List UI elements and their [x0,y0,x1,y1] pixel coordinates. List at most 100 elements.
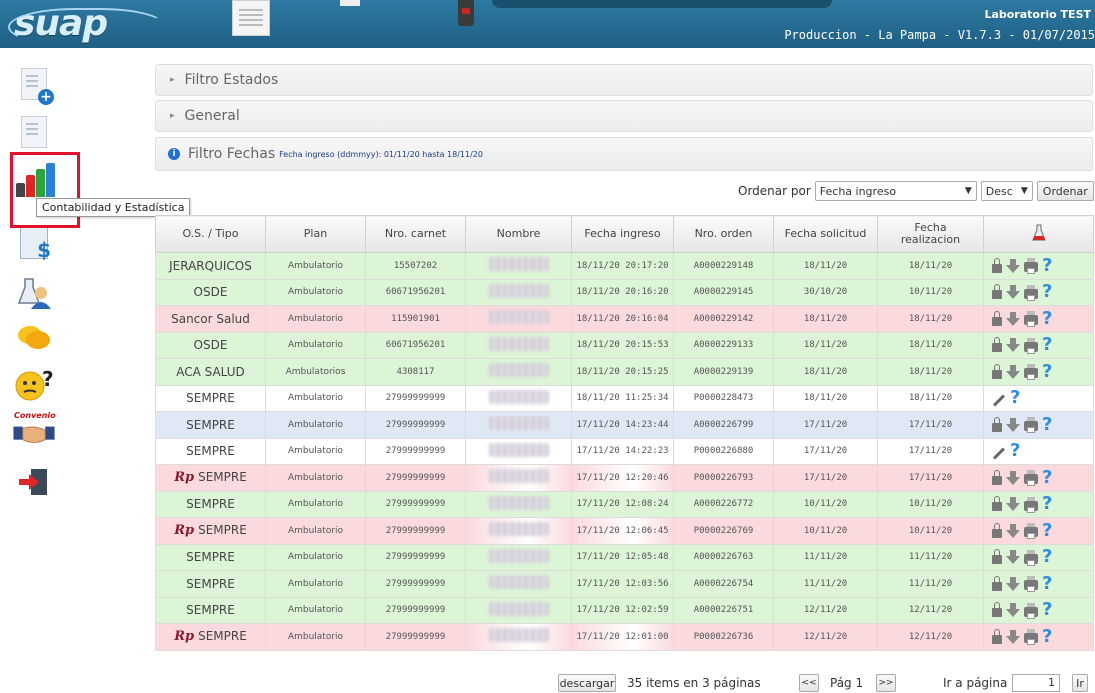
lock-icon[interactable] [992,469,1002,485]
sidebar-messages[interactable] [14,318,54,358]
print-icon[interactable] [1024,523,1038,540]
help-icon[interactable]: ? [1042,574,1052,593]
col-header-os[interactable]: O.S. / Tipo [155,215,266,253]
lock-icon[interactable] [992,496,1002,512]
lock-icon[interactable] [992,602,1002,618]
print-icon[interactable] [1024,284,1038,301]
download-arrow-icon[interactable] [1006,364,1020,379]
edit-pencil-icon[interactable] [992,447,1006,460]
help-icon[interactable]: ? [1042,336,1052,354]
help-icon[interactable]: ? [1042,256,1052,275]
sidebar-convenio[interactable]: Convenio [12,411,56,452]
table-row[interactable]: SEMPRE Ambulatorio 27999999999 17/11/20 12:… [155,596,1094,624]
lock-icon[interactable] [992,416,1002,432]
table-row[interactable]: SEMPRE Ambulatorio 27999999999 17/11/20 14:… [155,437,1094,465]
panel-general[interactable]: ▸ General [155,100,1093,132]
table-row[interactable]: SEMPRE Ambulatorio 27999999999 17/11/20 12:… [155,570,1094,598]
col-header-fecha-realizacion[interactable]: Fecha realizacion [877,215,984,253]
help-icon[interactable]: ? [1042,362,1052,381]
table-row[interactable]: Rp SEMPRE Ambulatorio 27999999999 17/11/20 1… [155,623,1094,651]
table-row[interactable]: Rp SEMPRE Ambulatorio 27999999999 17/11/20 1… [155,464,1094,492]
record-icon[interactable] [458,0,474,26]
col-header-plan[interactable]: Plan [265,215,366,253]
help-icon[interactable]: ? [1042,415,1052,434]
download-arrow-icon[interactable] [1006,338,1020,353]
lock-icon[interactable] [992,363,1002,379]
sidebar-billing[interactable] [14,222,54,262]
help-icon[interactable]: ? [1010,442,1020,460]
print-icon[interactable] [1024,576,1038,593]
print-icon[interactable] [1024,417,1038,434]
col-header-nombre[interactable]: Nombre [465,215,572,253]
col-header-fecha-ingreso[interactable]: Fecha ingreso [571,215,674,253]
table-row[interactable]: Rp SEMPRE Ambulatorio 27999999999 17/11/20 1… [155,517,1094,545]
sort-button[interactable]: Ordenar [1036,181,1094,201]
panel-filtro-fechas[interactable]: i Filtro Fechas Fecha ingreso (ddmmyy): … [155,137,1093,171]
help-icon[interactable]: ? [1042,627,1052,646]
table-row[interactable]: Sancor Salud Ambulatorio 115901901 18/11/20… [155,305,1094,333]
lock-icon[interactable] [992,284,1002,300]
table-row[interactable]: OSDE Ambulatorio 60671956201 18/11/20 20:15… [155,331,1094,359]
help-icon[interactable]: ? [1042,309,1052,328]
header-tab-icon[interactable] [340,0,360,6]
download-arrow-icon[interactable] [1006,603,1020,618]
lock-icon[interactable] [992,549,1002,565]
download-arrow-icon[interactable] [1006,470,1020,485]
download-arrow-icon[interactable] [1006,258,1020,273]
lock-icon[interactable] [992,337,1002,353]
download-arrow-icon[interactable] [1006,285,1020,300]
download-arrow-icon[interactable] [1006,550,1020,565]
lock-icon[interactable] [992,257,1002,273]
goto-page-input[interactable]: 1 [1012,674,1060,692]
col-header-fecha-solicitud[interactable]: Fecha solicitud [773,215,878,253]
panel-filtro-estados[interactable]: ▸ Filtro Estados [155,64,1093,96]
help-icon[interactable]: ? [1042,468,1052,487]
sort-field-select[interactable]: Fecha ingreso ▼ [814,181,977,201]
help-icon[interactable]: ? [1010,389,1020,407]
print-icon[interactable] [1024,311,1038,328]
sidebar-help[interactable]: ? [14,364,54,404]
next-page-button[interactable]: >> [876,674,896,692]
help-icon[interactable]: ? [1042,283,1052,301]
goto-page-button[interactable]: Ir [1072,674,1088,692]
print-icon[interactable] [1024,364,1038,381]
table-row[interactable]: OSDE Ambulatorio 60671956201 18/11/20 20:16… [155,278,1094,306]
suap-logo[interactable]: suap [8,0,167,46]
help-icon[interactable]: ? [1042,548,1052,566]
prev-page-button[interactable]: << [799,674,819,692]
help-icon[interactable]: ? [1042,521,1052,540]
document-icon[interactable] [232,0,270,36]
lock-icon[interactable] [992,628,1002,644]
sidebar-new-order[interactable]: + [14,64,54,105]
download-arrow-icon[interactable] [1006,497,1020,512]
sidebar-lab-user[interactable] [14,272,54,312]
col-header-carnet[interactable]: Nro. carnet [365,215,466,253]
download-arrow-icon[interactable] [1006,311,1020,326]
download-arrow-icon[interactable] [1006,576,1020,591]
table-row[interactable]: SEMPRE Ambulatorio 27999999999 18/11/20 11:… [155,384,1094,412]
download-arrow-icon[interactable] [1006,629,1020,644]
help-icon[interactable]: ? [1042,495,1052,513]
print-icon[interactable] [1024,549,1038,566]
table-row[interactable]: SEMPRE Ambulatorio 27999999999 17/11/20 12:… [155,490,1094,518]
help-icon[interactable]: ? [1042,601,1052,619]
print-icon[interactable] [1024,470,1038,487]
print-icon[interactable] [1024,258,1038,275]
table-row[interactable]: JERARQUICOS Ambulatorio 15507202 18/11/20 2… [155,252,1094,280]
sidebar-exit[interactable] [14,462,54,502]
table-row[interactable]: SEMPRE Ambulatorio 27999999999 17/11/20 12:… [155,543,1094,571]
edit-pencil-icon[interactable] [992,394,1006,407]
lock-icon[interactable] [992,522,1002,538]
print-icon[interactable] [1024,629,1038,646]
download-arrow-icon[interactable] [1006,417,1020,432]
print-icon[interactable] [1024,337,1038,354]
lock-icon[interactable] [992,575,1002,591]
col-header-nro-orden[interactable]: Nro. orden [673,215,774,253]
download-arrow-icon[interactable] [1006,523,1020,538]
download-button[interactable]: descargar [558,674,616,692]
print-icon[interactable] [1024,496,1038,513]
lock-icon[interactable] [992,310,1002,326]
sort-direction-select[interactable]: Desc ▼ [980,181,1033,201]
table-row[interactable]: SEMPRE Ambulatorio 27999999999 17/11/20 14:… [155,411,1094,439]
sidebar-document[interactable] [14,112,54,152]
